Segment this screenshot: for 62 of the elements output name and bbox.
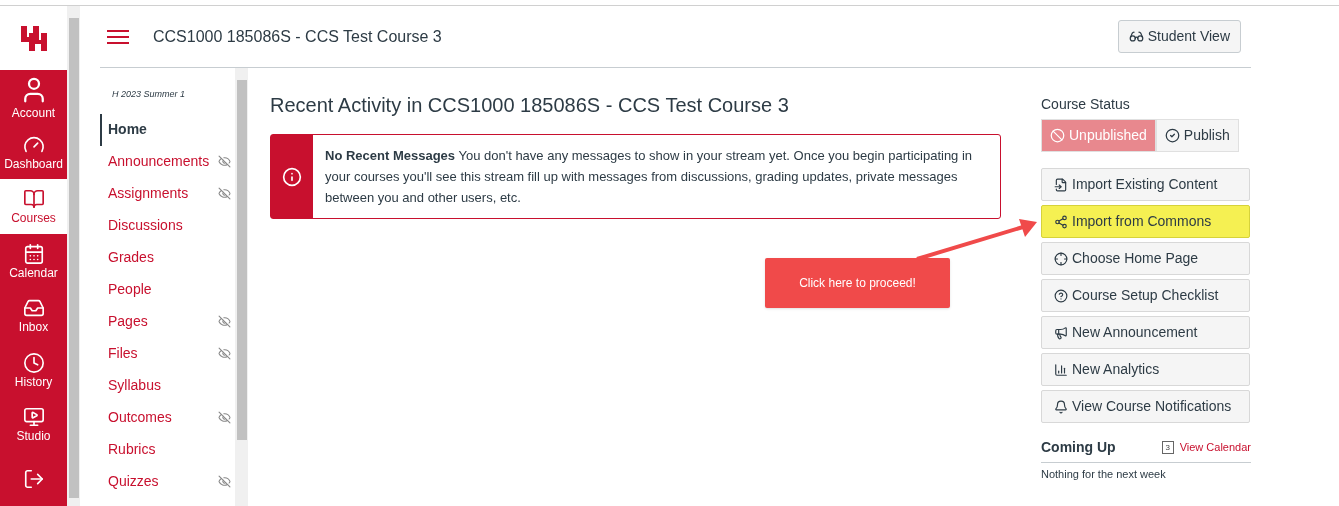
hidden-eye-icon: [218, 475, 231, 488]
glasses-icon: [1128, 29, 1144, 44]
logo-drawing: [18, 23, 49, 53]
global-nav-item[interactable]: Dashboard: [0, 124, 67, 179]
course-nav-link[interactable]: Grades: [100, 241, 235, 274]
sidebar-action-button[interactable]: Choose Home Page: [1041, 242, 1250, 275]
coming-up-title: Coming Up: [1041, 438, 1116, 457]
page-heading: Recent Activity in CCS1000 185086S - CCS Test Course 3: [270, 93, 790, 118]
book-icon: [22, 188, 45, 211]
alert-message: No Recent Messages You don't have any messages to show in your stream yet. Once you begin participating in your courses you'll see this stream fill up with messages from discussions, grading updates, private messages between you and other users, etc.: [324, 147, 974, 207]
scrollbar-thumb[interactable]: [68, 18, 79, 498]
share-icon: [1054, 214, 1068, 229]
sidebar-action-button[interactable]: Import from Commons: [1041, 205, 1250, 238]
course-nav-link[interactable]: Quizzes: [100, 465, 235, 498]
global-nav-item[interactable]: History: [0, 342, 67, 397]
sidebar-action-button[interactable]: New Analytics: [1041, 353, 1250, 386]
hidden-eye-icon: [218, 187, 231, 200]
course-nav-link[interactable]: Outcomes: [100, 401, 235, 434]
publish-button[interactable]: Publish: [1155, 119, 1239, 152]
hidden-eye-icon: [218, 315, 231, 328]
scrollbar-thumb[interactable]: [236, 80, 247, 440]
hidden-eye-icon: [218, 155, 231, 168]
course-nav-link[interactable]: Files: [100, 337, 235, 370]
calendar-day-icon: 3: [1161, 441, 1174, 454]
calendar-icon: [22, 242, 45, 265]
megaphone-icon: [1054, 325, 1068, 340]
course-nav-link[interactable]: Discussions: [100, 209, 235, 242]
term-label: H 2023 Summer 1: [111, 88, 187, 101]
course-nav-link[interactable]: Announcements: [100, 145, 235, 178]
prohibited-icon: [1050, 128, 1065, 143]
bar-chart-icon: [1054, 362, 1068, 377]
clock-icon: [22, 351, 45, 374]
global-nav-item[interactable]: [0, 451, 67, 506]
view-calendar-link[interactable]: 3 View Calendar: [1161, 439, 1251, 456]
monitor-icon: [22, 406, 45, 429]
question-icon: [1054, 288, 1068, 303]
course-nav-link[interactable]: Rubrics: [100, 433, 235, 466]
global-nav-item[interactable]: Studio: [0, 397, 67, 452]
student-view-button[interactable]: Student View: [1117, 20, 1241, 53]
course-nav-link[interactable]: Assignments: [100, 177, 235, 210]
sidebar-action-button[interactable]: Import Existing Content: [1041, 168, 1250, 201]
course-nav-link[interactable]: People: [100, 273, 235, 306]
global-nav-item[interactable]: Inbox: [0, 288, 67, 343]
menu-icon[interactable]: [107, 28, 129, 45]
info-icon: [282, 166, 302, 187]
global-nav-item[interactable]: Account: [0, 70, 67, 125]
sidebar-action-button[interactable]: New Announcement: [1041, 316, 1250, 349]
hidden-eye-icon: [218, 411, 231, 424]
callout-label: Click here to proceed!: [765, 258, 950, 308]
import-icon: [1054, 177, 1068, 192]
global-nav-item[interactable]: Calendar: [0, 233, 67, 288]
course-nav-link[interactable]: Syllabus: [100, 369, 235, 402]
hidden-eye-icon: [218, 347, 231, 360]
target-icon: [1054, 251, 1068, 266]
empty-message: Nothing for the next week: [1041, 467, 1167, 482]
course-status-title: Course Status: [1041, 95, 1131, 114]
course-title: CCS1000 185086S - CCS Test Course 3: [153, 26, 442, 47]
sidebar-action-button[interactable]: View Course Notifications: [1041, 390, 1250, 423]
check-circle-icon: [1164, 128, 1180, 143]
course-nav-link[interactable]: Pages: [100, 305, 235, 338]
sidebar-action-button[interactable]: Course Setup Checklist: [1041, 279, 1250, 312]
bell-icon: [1054, 399, 1068, 414]
